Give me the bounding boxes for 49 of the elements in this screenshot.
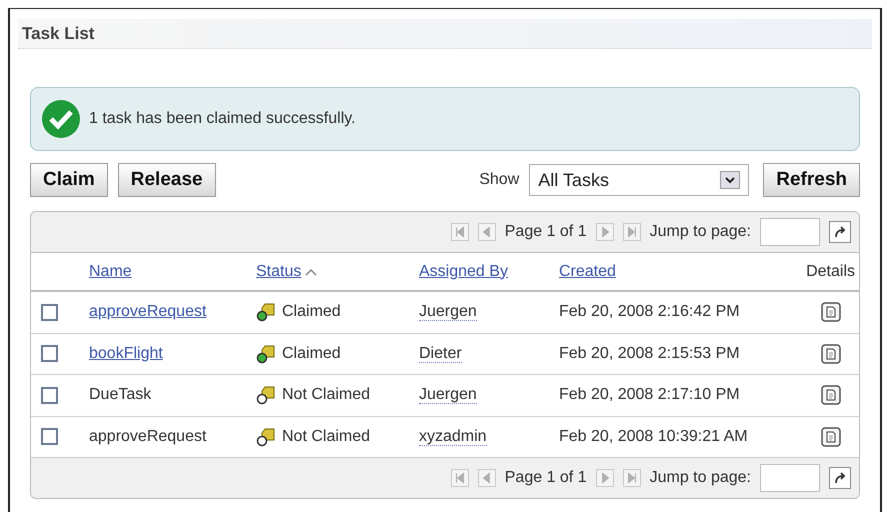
task-name: DueTask (89, 386, 152, 404)
sort-ascending-icon (305, 268, 318, 276)
created-date: Feb 20, 2008 2:17:10 PM (559, 386, 740, 404)
task-name-link[interactable]: approveRequest (89, 303, 206, 320)
details-document-icon[interactable] (821, 344, 841, 364)
page-indicator: Page 1 of 1 (504, 468, 587, 488)
column-header: Details (806, 262, 855, 282)
assignee-link[interactable]: Juergen (419, 386, 477, 404)
status-text: Claimed (282, 344, 341, 364)
go-button[interactable] (829, 467, 851, 489)
refresh-button[interactable]: Refresh (763, 163, 860, 197)
jump-label: Jump to page: (650, 222, 751, 242)
success-check-icon (41, 99, 81, 139)
row-checkbox[interactable] (41, 345, 58, 362)
column-header-link[interactable]: Created (559, 260, 616, 284)
created-date: Feb 20, 2008 2:15:53 PM (559, 344, 740, 362)
created-date: Feb 20, 2008 2:16:42 PM (559, 303, 740, 320)
redo-arrow-icon (833, 471, 847, 485)
action-button[interactable]: Claim (30, 163, 108, 197)
row-checkbox[interactable] (41, 304, 58, 321)
row-checkbox[interactable] (41, 428, 58, 446)
dropdown-caret-icon (720, 171, 740, 189)
created-date: Feb 20, 2008 10:39:21 AM (559, 428, 748, 445)
column-header-link[interactable]: Assigned By (419, 260, 508, 284)
assignee-link[interactable]: xyzadmin (419, 428, 487, 446)
assignee-link[interactable]: Juergen (419, 303, 477, 322)
task-name-link[interactable]: bookFlight (89, 344, 163, 362)
status-text: Not Claimed (282, 426, 370, 447)
status-text: Not Claimed (282, 385, 370, 406)
go-button[interactable] (829, 221, 851, 243)
column-header-link[interactable]: Name (89, 260, 132, 284)
jump-label: Jump to page: (650, 468, 751, 488)
assignee-link[interactable]: Dieter (419, 344, 462, 363)
redo-arrow-icon (833, 225, 847, 239)
details-document-icon[interactable] (821, 426, 841, 447)
success-message: 1 task has been claimed successfully. (89, 109, 356, 129)
details-document-icon[interactable] (821, 385, 841, 406)
details-document-icon[interactable] (821, 302, 841, 322)
task-name: approveRequest (89, 428, 206, 445)
status-text: Claimed (282, 302, 341, 322)
row-checkbox[interactable] (41, 386, 58, 404)
column-header-link[interactable]: Status (256, 260, 302, 284)
page-indicator: Page 1 of 1 (504, 222, 587, 242)
show-label: Show (479, 170, 520, 190)
page-input[interactable] (760, 218, 820, 246)
action-button[interactable]: Release (118, 163, 216, 197)
page-input[interactable] (760, 464, 820, 492)
task-filter-dropdown[interactable]: All Tasks (529, 164, 750, 196)
panel-title: Task List (22, 22, 94, 45)
